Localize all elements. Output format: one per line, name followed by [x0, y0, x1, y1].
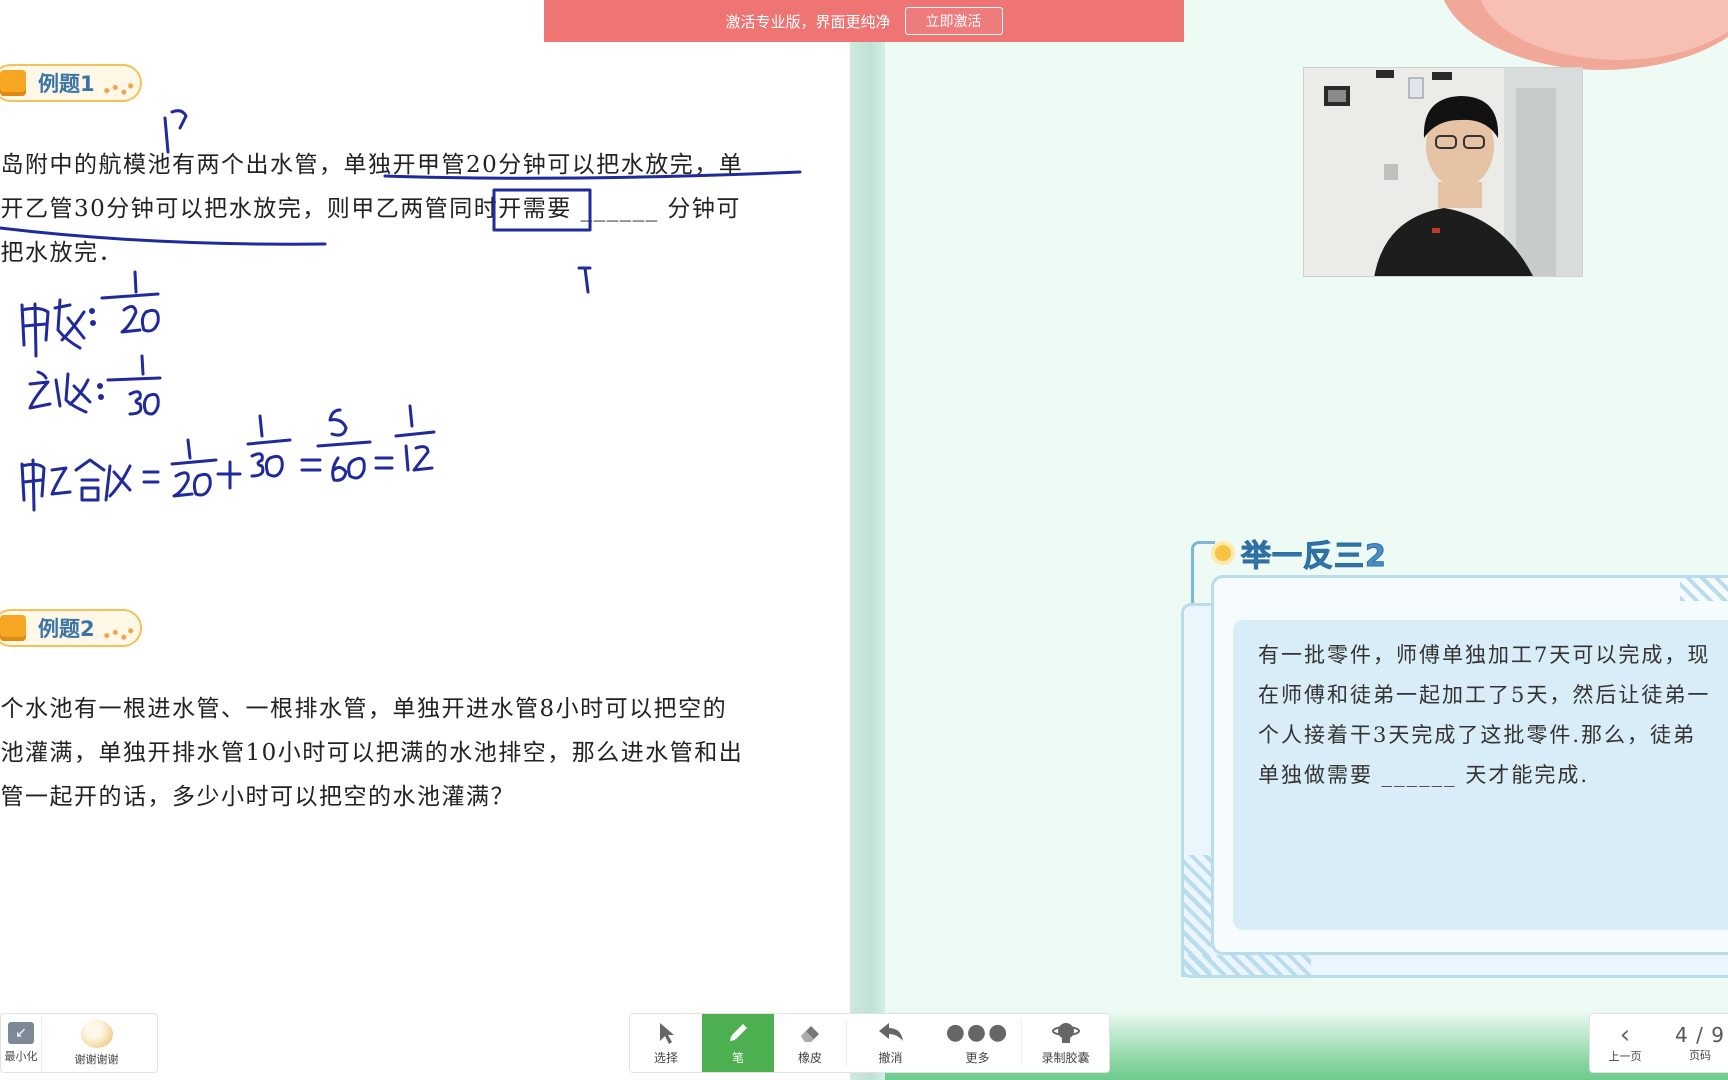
- pen-label: 笔: [731, 1050, 744, 1065]
- example-1-header: 例题1: [0, 58, 147, 108]
- document-page: 例题1 青岛附中的航模池有两个出水管，单独开甲管20分钟可以把水放完，单 独开乙…: [0, 0, 850, 1080]
- record-capsule-button[interactable]: 录制胶囊: [1022, 1014, 1109, 1072]
- pen-tool-button[interactable]: 笔: [702, 1014, 774, 1072]
- capsule-record-icon: [1051, 1021, 1081, 1049]
- ellipsis-icon: ●●●: [945, 1019, 1010, 1045]
- problem-line: 水管一起开的话，多少小时可以把空的水池灌满？: [0, 784, 515, 810]
- activation-banner: 激活专业版，界面更纯净 立即激活: [544, 0, 1184, 42]
- problem-line: 一个水池有一根进水管、一根排水管，单独开进水管8小时可以把空的: [0, 696, 728, 722]
- practice-card: 举一反三2 有一批零件，师傅单独加工7天可以完成，现 在师傅和徒弟一起加工了5天…: [1175, 525, 1728, 980]
- eraser-tool-button[interactable]: 橡皮: [774, 1014, 846, 1072]
- example-2-label: 例题2: [38, 617, 95, 641]
- example-1-label: 例题1: [38, 72, 95, 96]
- thanks-button[interactable]: 谢谢谢谢: [41, 1014, 151, 1072]
- problem-line: 以把水放完．: [0, 240, 123, 266]
- more-label: 更多: [965, 1050, 990, 1065]
- problem-line: 单独做需要 ______ 天才能完成.: [1258, 763, 1590, 787]
- select-label: 选择: [653, 1050, 678, 1065]
- problem-line: 在师傅和徒弟一起加工了5天，然后让徒弟一: [1258, 683, 1711, 707]
- thanks-icon: [80, 1019, 113, 1048]
- webcam-video: [1303, 67, 1583, 277]
- example-1-problem: 青岛附中的航模池有两个出水管，单独开甲管20分钟可以把水放完，单 独开乙管30分…: [0, 143, 813, 275]
- webcam-person-image: [1304, 68, 1582, 276]
- problem-line: 水池灌满，单独开排水管10小时可以把满的水池排空，那么进水管和出: [0, 740, 744, 766]
- sparkle-decoration: [100, 626, 134, 642]
- sparkle-decoration: [100, 81, 134, 97]
- stripe-decoration: [1181, 955, 1311, 977]
- example-2-problem: 一个水池有一根进水管、一根排水管，单独开进水管8小时可以把空的 水池灌满，单独开…: [0, 687, 813, 819]
- example-2-header: 例题2: [0, 603, 147, 653]
- eraser-label: 橡皮: [797, 1050, 822, 1065]
- title-dot-icon: [1215, 545, 1231, 561]
- record-label: 录制胶囊: [1041, 1050, 1090, 1065]
- undo-arrow-icon: [877, 1021, 905, 1049]
- problem-line: 有一批零件，师傅单独加工7天可以完成，现: [1258, 643, 1711, 667]
- page-divider: [850, 0, 885, 1080]
- thanks-label: 谢谢谢谢: [74, 1052, 119, 1066]
- problem-line: 青岛附中的航模池有两个出水管，单独开甲管20分钟可以把水放完，单: [0, 152, 744, 178]
- pen-icon: [726, 1021, 750, 1049]
- problem-line: 个人接着干3天完成了这批零件.那么，徒弟: [1258, 723, 1697, 747]
- undo-label: 撤消: [878, 1050, 903, 1065]
- more-button[interactable]: ●●● 更多: [934, 1014, 1021, 1072]
- page-label: 页码: [1689, 1049, 1711, 1062]
- chevron-left-icon: ‹: [1619, 1020, 1631, 1050]
- minimize-arrow-icon: ↙: [8, 1022, 34, 1044]
- activate-button[interactable]: 立即激活: [904, 7, 1003, 35]
- problem-line: 独开乙管30分钟可以把水放完，则甲乙两管同时开需要 ______ 分钟可: [0, 196, 741, 222]
- banner-message: 激活专业版，界面更纯净: [725, 12, 891, 31]
- minimize-label: 最小化: [4, 1050, 38, 1063]
- page-indicator[interactable]: 4 / 9 页码: [1660, 1014, 1728, 1072]
- left-toolbar: ↙ 最小化 谢谢谢谢: [0, 1013, 158, 1073]
- drawing-toolbar: 选择 笔 橡皮 撤消 ●●● 更多 录制胶囊: [629, 1013, 1110, 1073]
- stripe-decoration: [1680, 577, 1728, 601]
- eraser-icon: [798, 1021, 822, 1049]
- page-navigation: ‹ 上一页 4 / 9 页码: [1589, 1013, 1728, 1073]
- minimize-button[interactable]: ↙ 最小化: [1, 1014, 41, 1072]
- select-tool-button[interactable]: 选择: [630, 1014, 702, 1072]
- medal-icon: [0, 70, 26, 96]
- cursor-arrow-icon: [655, 1021, 677, 1049]
- prev-page-button[interactable]: ‹ 上一页: [1590, 1014, 1660, 1072]
- page-number: 4 / 9: [1675, 1023, 1725, 1047]
- practice-title: 举一反三2: [1241, 539, 1387, 575]
- undo-button[interactable]: 撤消: [847, 1014, 934, 1072]
- prev-page-label: 上一页: [1608, 1050, 1642, 1063]
- practice-problem: 有一批零件，师傅单独加工7天可以完成，现 在师傅和徒弟一起加工了5天，然后让徒弟…: [1258, 635, 1728, 795]
- medal-icon: [0, 615, 26, 641]
